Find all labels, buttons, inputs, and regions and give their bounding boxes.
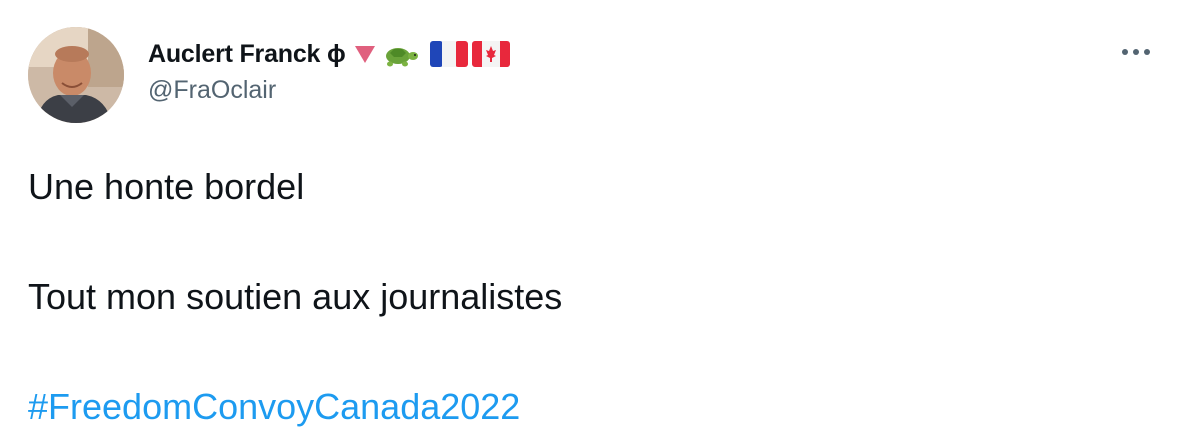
turtle-icon xyxy=(380,39,420,69)
ellipsis-icon xyxy=(1122,49,1150,55)
avatar-photo xyxy=(28,27,124,123)
canada-flag-icon xyxy=(471,41,510,67)
more-options-button[interactable] xyxy=(1118,40,1154,64)
name-emojis xyxy=(354,39,510,69)
france-flag-icon xyxy=(429,41,468,67)
down-triangle-icon xyxy=(354,44,376,64)
tweet: Auclert Franck ϕ @FraOclair Une honte bo… xyxy=(0,0,1180,440)
user-handle[interactable]: @FraOclair xyxy=(148,76,510,105)
hashtag-link[interactable]: #FreedomConvoyCanada2022 xyxy=(28,386,520,428)
tweet-text-line: Une honte bordel xyxy=(28,166,305,207)
avatar[interactable] xyxy=(28,27,124,123)
display-name[interactable]: Auclert Franck ϕ xyxy=(148,40,346,69)
tweet-header: Auclert Franck ϕ @FraOclair xyxy=(148,38,510,105)
name-row: Auclert Franck ϕ xyxy=(148,38,510,70)
tweet-text-line: Tout mon soutien aux journalistes xyxy=(28,276,563,317)
